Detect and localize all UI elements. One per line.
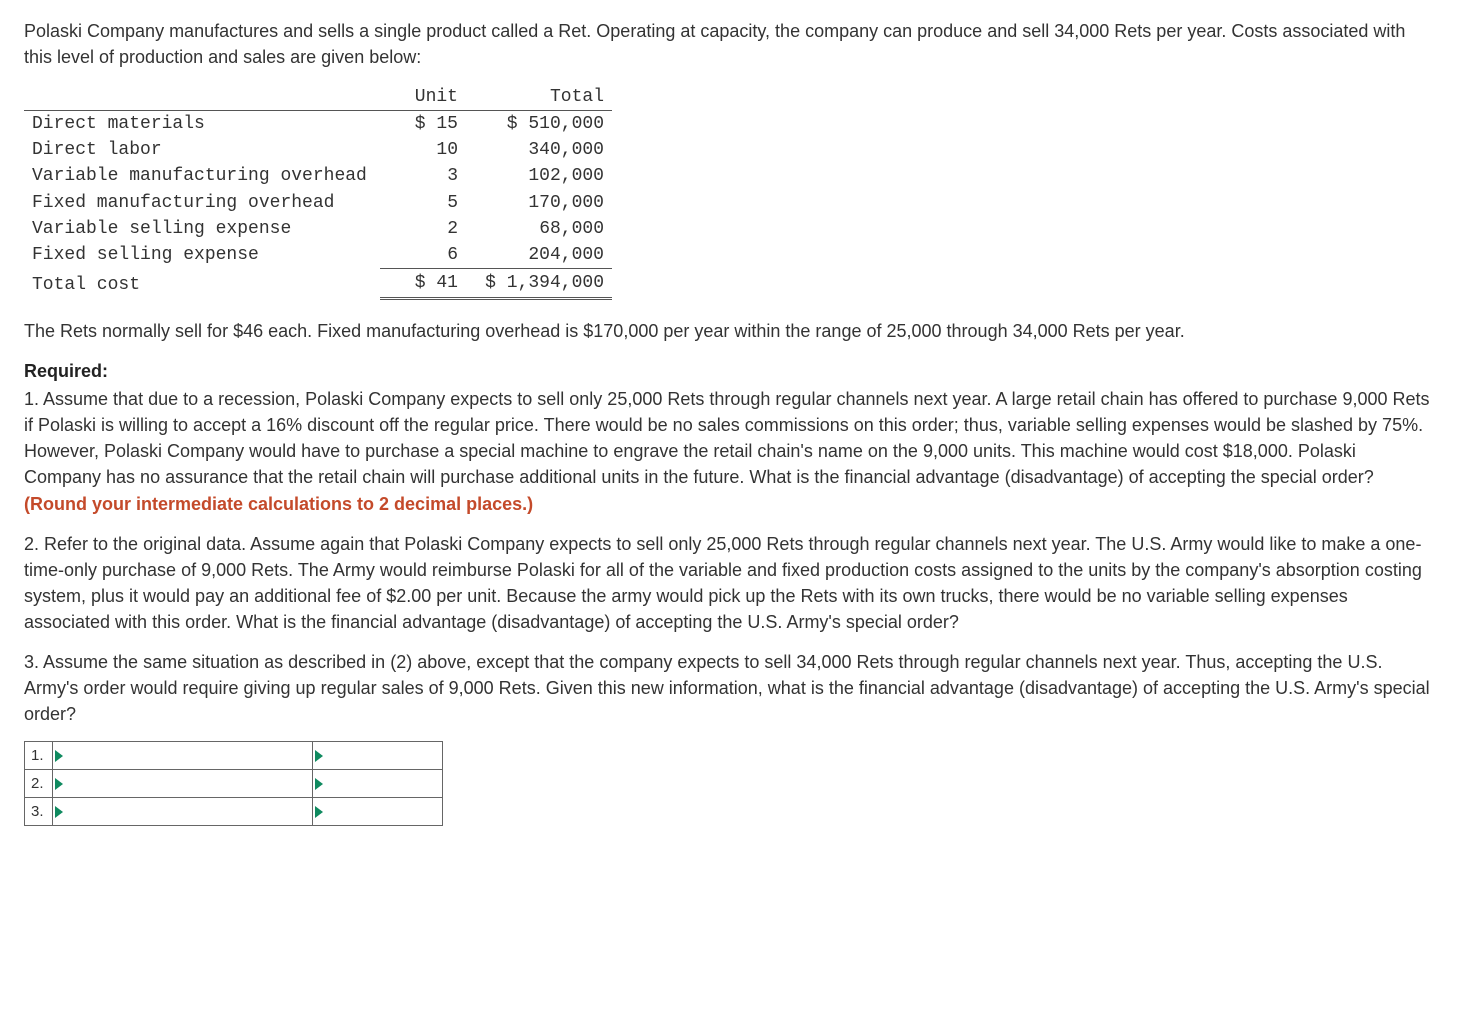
answer-row: 1. bbox=[25, 742, 443, 770]
cost-table: Unit Total Direct materials$ 15$ 510,000… bbox=[24, 84, 612, 300]
question-3: 3. Assume the same situation as describe… bbox=[24, 649, 1434, 727]
table-total-row: Total cost$ 41$ 1,394,000 bbox=[24, 268, 612, 298]
answer-row-number: 3. bbox=[25, 798, 53, 826]
answer-value-input[interactable] bbox=[313, 798, 443, 826]
answer-row-number: 2. bbox=[25, 770, 53, 798]
table-row: Direct labor10340,000 bbox=[24, 137, 612, 163]
header-unit: Unit bbox=[380, 84, 466, 111]
intro-paragraph: Polaski Company manufactures and sells a… bbox=[24, 18, 1434, 70]
table-row: Fixed manufacturing overhead5170,000 bbox=[24, 190, 612, 216]
answer-value-input[interactable] bbox=[313, 742, 443, 770]
table-row: Direct materials$ 15$ 510,000 bbox=[24, 111, 612, 138]
chevron-right-icon bbox=[55, 778, 63, 790]
after-table-paragraph: The Rets normally sell for $46 each. Fix… bbox=[24, 318, 1434, 344]
required-heading: Required: bbox=[24, 358, 1434, 384]
answer-type-dropdown[interactable] bbox=[53, 742, 313, 770]
question-1: 1. Assume that due to a recession, Polas… bbox=[24, 386, 1434, 516]
table-row: Fixed selling expense6204,000 bbox=[24, 242, 612, 269]
table-row: Variable selling expense268,000 bbox=[24, 216, 612, 242]
answer-row: 2. bbox=[25, 770, 443, 798]
question-1-text: 1. Assume that due to a recession, Polas… bbox=[24, 389, 1430, 487]
chevron-right-icon bbox=[55, 806, 63, 818]
chevron-right-icon bbox=[55, 750, 63, 762]
question-2: 2. Refer to the original data. Assume ag… bbox=[24, 531, 1434, 635]
chevron-right-icon bbox=[315, 750, 323, 762]
answer-type-dropdown[interactable] bbox=[53, 798, 313, 826]
question-1-hint: (Round your intermediate calculations to… bbox=[24, 494, 533, 514]
answer-type-dropdown[interactable] bbox=[53, 770, 313, 798]
answer-row: 3. bbox=[25, 798, 443, 826]
header-total: Total bbox=[466, 84, 612, 111]
table-row: Variable manufacturing overhead3102,000 bbox=[24, 163, 612, 189]
answer-grid: 1. 2. 3. bbox=[24, 741, 443, 826]
chevron-right-icon bbox=[315, 806, 323, 818]
answer-row-number: 1. bbox=[25, 742, 53, 770]
answer-value-input[interactable] bbox=[313, 770, 443, 798]
chevron-right-icon bbox=[315, 778, 323, 790]
